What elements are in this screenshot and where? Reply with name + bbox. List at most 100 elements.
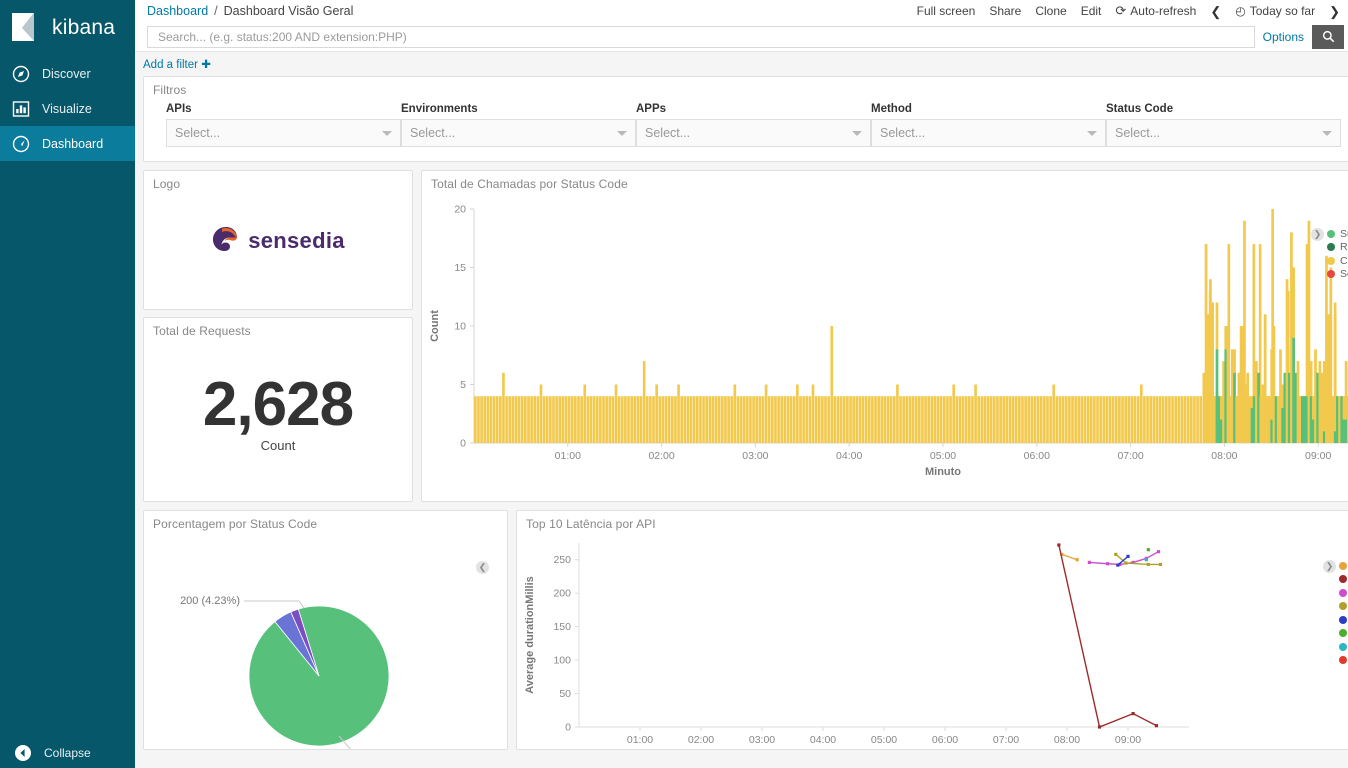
svg-text:Count: Count [429, 310, 441, 342]
svg-text:09:00: 09:00 [1115, 734, 1141, 746]
edit-button[interactable]: Edit [1081, 4, 1102, 18]
collapse-left-arrow-icon [14, 744, 32, 762]
search-input[interactable] [156, 29, 1254, 45]
panel-title: Top 10 Latência por API [517, 511, 1348, 531]
time-next-arrow[interactable]: ❯ [1329, 5, 1340, 18]
svg-text:20: 20 [454, 204, 466, 216]
legend-color-dot [1339, 602, 1347, 610]
compass-icon [12, 65, 30, 83]
filter-label: Method [871, 103, 1106, 115]
legend-label: Server Error [1340, 268, 1348, 280]
sidebar-item-dashboard[interactable]: Dashboard [0, 126, 135, 161]
line-chart-svg: 05010015020025001:0002:0003:0004:0005:00… [517, 531, 1348, 749]
metric: 2,628 Count [144, 338, 412, 488]
legend-item[interactable]: Redirects [1327, 241, 1348, 255]
filter-status-code: Status Code Select... [1106, 103, 1341, 147]
sidebar-item-discover[interactable]: Discover [0, 56, 135, 91]
panel-title: Filtros [144, 77, 1348, 97]
auto-refresh-button[interactable]: ⟳ Auto-refresh [1115, 3, 1196, 19]
metric-value: 2,628 [203, 374, 353, 436]
filter-environments-select[interactable]: Select... [401, 119, 636, 147]
legend-color-dot [1327, 270, 1335, 278]
svg-text:02:00: 02:00 [648, 450, 674, 462]
svg-text:08:00: 08:00 [1054, 734, 1080, 746]
sidebar-item-label: Visualize [42, 102, 92, 116]
dashboard-circle-icon [12, 135, 30, 153]
breadcrumb-root[interactable]: Dashboard [147, 4, 208, 18]
legend-label: Client Error [1340, 255, 1348, 267]
sidebar: kibana Discover Visualize [0, 0, 135, 768]
panel-total-requests: Total de Requests 2,628 Count [143, 317, 413, 502]
filter-value: Select... [410, 126, 455, 140]
time-picker-button[interactable]: ◴ Today so far [1235, 4, 1315, 18]
search-box[interactable] [147, 26, 1255, 48]
filter-bar: Add a filter ✚ [135, 52, 1348, 76]
sensedia-wordmark: sensedia [248, 228, 345, 254]
legend-item[interactable]: Success [1327, 227, 1348, 241]
top-bar: Dashboard / Dashboard Visão Geral Full s… [135, 0, 1348, 22]
time-prev-arrow[interactable]: ❮ [1210, 5, 1221, 18]
svg-text:0: 0 [460, 438, 466, 450]
filter-value: Select... [1115, 126, 1160, 140]
sensedia-logo: sensedia [144, 191, 412, 291]
filter-apis-select[interactable]: Select... [166, 119, 401, 147]
svg-text:250: 250 [553, 554, 571, 566]
share-button[interactable]: Share [989, 4, 1021, 18]
panel-logo: Logo sensedia [143, 170, 413, 310]
pie-chart-svg: 404 (93.95%)200 (4.23%) [144, 531, 507, 749]
chevron-down-icon [852, 131, 862, 136]
legend-item[interactable]: SuperTest [1339, 573, 1348, 587]
line-chart: 05010015020025001:0002:0003:0004:0005:00… [517, 531, 1348, 754]
sensedia-mark-icon [211, 224, 241, 259]
legend-collapse-icon[interactable]: ❯ [1311, 228, 1324, 241]
panel-porcentagem: Porcentagem por Status Code 404 (93.95%)… [143, 510, 508, 750]
add-filter-button[interactable]: Add a filter ✚ [143, 57, 211, 71]
auto-refresh-label: Auto-refresh [1130, 4, 1196, 18]
panel-title: Logo [144, 171, 412, 191]
search-submit-button[interactable] [1312, 25, 1344, 49]
legend-item[interactable]: bruno [1339, 586, 1348, 600]
filter-environments: Environments Select... [401, 103, 636, 147]
collapse-button[interactable]: Collapse [0, 738, 135, 768]
legend-item[interactable]: joao1 [1339, 640, 1348, 654]
legend-item[interactable]: Server Error [1327, 268, 1348, 282]
legend-item[interactable]: Bruno Vieira [1339, 613, 1348, 627]
brand-logo[interactable]: kibana [0, 0, 135, 56]
svg-text:Average durationMillis: Average durationMillis [524, 576, 536, 694]
legend-item[interactable]: Client Error [1327, 254, 1348, 268]
filter-status-code-select[interactable]: Select... [1106, 119, 1341, 147]
legend-collapse-icon[interactable]: ❯ [1323, 560, 1336, 573]
legend-item[interactable]: piriri [1339, 559, 1348, 573]
filters-row: APIs Select... Environments Select... [144, 97, 1348, 147]
svg-text:04:00: 04:00 [836, 450, 862, 462]
sidebar-item-label: Dashboard [42, 137, 103, 151]
kibana-logo-icon [8, 11, 42, 45]
legend-color-dot [1339, 616, 1347, 624]
filter-value: Select... [645, 126, 690, 140]
legend-color-dot [1327, 257, 1335, 265]
svg-text:50: 50 [559, 688, 571, 700]
legend-item[interactable]: lucas [1339, 627, 1348, 641]
legend-color-dot [1339, 656, 1347, 664]
panel-filtros: Filtros APIs Select... Environments Sele… [143, 76, 1348, 162]
magnifier-icon [1322, 30, 1335, 43]
options-link[interactable]: Options [1255, 30, 1312, 44]
full-screen-button[interactable]: Full screen [917, 4, 976, 18]
filter-method-select[interactable]: Select... [871, 119, 1106, 147]
legend-label: Success [1340, 228, 1348, 240]
legend-item[interactable]: teste1 [1339, 600, 1348, 614]
brand-name: kibana [52, 16, 115, 40]
legend-color-dot [1327, 243, 1335, 251]
bar-chart-icon [12, 100, 30, 118]
clone-button[interactable]: Clone [1035, 4, 1066, 18]
legend-item[interactable]: teste 1000 [1339, 654, 1348, 668]
svg-text:08:00: 08:00 [1211, 450, 1237, 462]
panel-top10-latencia: Top 10 Latência por API 0501001502002500… [516, 510, 1348, 750]
filter-apps-select[interactable]: Select... [636, 119, 871, 147]
pie-legend-expand-icon[interactable]: ❮ [476, 561, 489, 574]
bar-chart-svg: 0510152001:0002:0003:0004:0005:0006:0007… [422, 191, 1348, 491]
search-row: Options [135, 22, 1348, 52]
svg-text:07:00: 07:00 [1117, 450, 1143, 462]
legend-color-dot [1339, 629, 1347, 637]
sidebar-item-visualize[interactable]: Visualize [0, 91, 135, 126]
